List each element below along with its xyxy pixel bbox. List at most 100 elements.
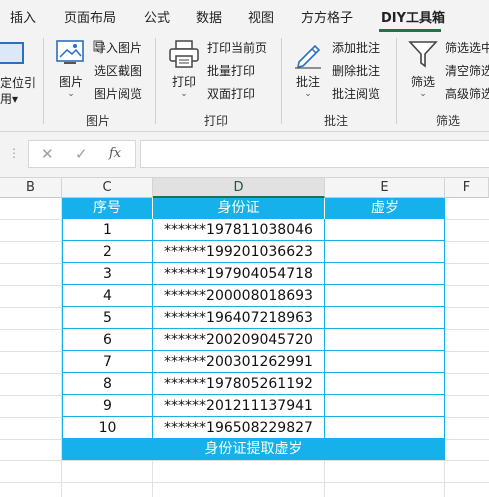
cell-nominal-age[interactable] <box>325 263 445 285</box>
drag-handle-icon[interactable]: ⋮ <box>8 146 20 160</box>
column-header-c[interactable]: C <box>62 178 153 198</box>
cell-id-card[interactable]: ******197811038046 <box>153 219 325 241</box>
cell-nominal-age[interactable] <box>325 285 445 307</box>
image-group-label: 图片 <box>86 114 111 128</box>
cell-id-card[interactable]: ******199201036623 <box>153 241 325 263</box>
confirm-icon[interactable]: ✓ <box>75 145 88 163</box>
print-current-page-button[interactable]: 打印当前页 <box>207 39 267 56</box>
tab-insert[interactable]: 插入 <box>10 7 36 26</box>
filter-selected-button[interactable]: 筛选选中 <box>445 39 489 56</box>
print-button-label: 打印 <box>171 75 196 89</box>
add-comment-button[interactable]: 添加批注 <box>332 39 380 56</box>
selection-screenshot-button[interactable]: 选区截图 <box>94 62 142 79</box>
worksheet-grid[interactable]: 序号 身份证 虚岁 1 ******197811038046 2 ******1… <box>0 198 489 497</box>
table-row: 5 ******196407218963 <box>62 307 445 329</box>
table-header-row: 序号 身份证 虚岁 <box>62 198 445 219</box>
delete-comment-button[interactable]: 删除批注 <box>332 62 380 79</box>
printer-icon <box>169 40 199 68</box>
group-separator <box>281 38 282 124</box>
cell-id-card[interactable]: ******200301262991 <box>153 351 325 373</box>
table-row: 8 ******197805261192 <box>62 373 445 395</box>
print-button[interactable]: 打印 ⌄ <box>166 38 202 99</box>
cell-index[interactable]: 5 <box>62 307 153 329</box>
funnel-icon <box>408 41 438 68</box>
table-row: 10 ******196508229827 <box>62 417 445 439</box>
table-row: 9 ******201211137941 <box>62 395 445 417</box>
import-image-button[interactable]: 导入图片 <box>94 39 142 56</box>
advanced-filter-button[interactable]: 高级筛选 <box>445 85 489 102</box>
insert-function-icon[interactable]: fx <box>109 146 121 161</box>
column-header-d[interactable]: D <box>153 178 325 198</box>
cell-nominal-age[interactable] <box>325 417 445 439</box>
cell-nominal-age[interactable] <box>325 219 445 241</box>
group-separator <box>396 38 397 124</box>
chevron-down-icon: ⌄ <box>180 89 188 99</box>
cell-nominal-age[interactable] <box>325 395 445 417</box>
extract-age-button[interactable]: 身份证提取虚岁 <box>62 439 445 460</box>
table-row: 7 ******200301262991 <box>62 351 445 373</box>
header-cell-id-card[interactable]: 身份证 <box>153 198 325 219</box>
table-row: 2 ******199201036623 <box>62 241 445 263</box>
comment-browse-button[interactable]: 批注阅览 <box>332 85 380 102</box>
tab-fangfang-gezi[interactable]: 方方格子 <box>301 7 353 26</box>
header-cell-index[interactable]: 序号 <box>62 198 153 219</box>
cell-index[interactable]: 3 <box>62 263 153 285</box>
filter-button[interactable]: 筛选 ⌄ <box>405 38 441 99</box>
clear-filter-button[interactable]: 清空筛选 <box>445 62 489 79</box>
batch-print-button[interactable]: 批量打印 <box>207 62 255 79</box>
column-header-f[interactable]: F <box>445 178 489 198</box>
cell-id-card[interactable]: ******201211137941 <box>153 395 325 417</box>
cell-id-card[interactable]: ******196508229827 <box>153 417 325 439</box>
table-row: 6 ******200209045720 <box>62 329 445 351</box>
cell-nominal-age[interactable] <box>325 373 445 395</box>
cell-index[interactable]: 8 <box>62 373 153 395</box>
filter-group-label: 筛选 <box>436 114 461 128</box>
cell-nominal-age[interactable] <box>325 329 445 351</box>
cell-id-card[interactable]: ******197904054718 <box>153 263 325 285</box>
cell-nominal-age[interactable] <box>325 241 445 263</box>
cell-id-card[interactable]: ******197805261192 <box>153 373 325 395</box>
cell-id-card[interactable]: ******196407218963 <box>153 307 325 329</box>
cell-nominal-age[interactable] <box>325 351 445 373</box>
table-row: 4 ******200008018693 <box>62 285 445 307</box>
formula-input[interactable] <box>140 140 489 168</box>
cell-nominal-age[interactable] <box>325 307 445 329</box>
picture-icon <box>56 40 84 64</box>
cancel-icon[interactable]: ✕ <box>41 145 54 163</box>
tab-view[interactable]: 视图 <box>248 7 274 26</box>
cell-index[interactable]: 4 <box>62 285 153 307</box>
formula-bar: ⋮ ✕ ✓ fx <box>0 132 489 178</box>
column-header-e[interactable]: E <box>325 178 445 198</box>
cell-id-card[interactable]: ******200209045720 <box>153 329 325 351</box>
print-group-label: 打印 <box>204 114 229 128</box>
pencil-icon <box>295 44 321 69</box>
ribbon: 定位引 用▾ 图片 ⌄ 导入图片 选区截图 图片阅览 图片 打印 ⌄ 打印当前页… <box>0 32 489 132</box>
locate-reference-label-2: 用▾ <box>0 92 19 106</box>
formula-actions: ✕ ✓ fx <box>28 140 136 168</box>
cell-index[interactable]: 6 <box>62 329 153 351</box>
locate-reference-icon <box>0 42 24 64</box>
comment-button[interactable]: 批注 ⌄ <box>290 38 326 99</box>
image-button[interactable]: 图片 ⌄ <box>53 38 89 99</box>
duplex-print-button[interactable]: 双面打印 <box>207 85 255 102</box>
tab-data[interactable]: 数据 <box>196 7 222 26</box>
table-row: 3 ******197904054718 <box>62 263 445 285</box>
tab-formulas[interactable]: 公式 <box>144 7 170 26</box>
cell-index[interactable]: 10 <box>62 417 153 439</box>
tab-page-layout[interactable]: 页面布局 <box>64 7 116 26</box>
filter-button-label: 筛选 <box>410 75 435 89</box>
cell-index[interactable]: 1 <box>62 219 153 241</box>
group-separator <box>155 38 156 124</box>
cell-index[interactable]: 2 <box>62 241 153 263</box>
comment-group-label: 批注 <box>324 114 349 128</box>
ribbon-tab-bar: 插入 页面布局 公式 数据 视图 方方格子 DIY工具箱 <box>0 0 489 32</box>
locate-reference-label: 定位引 <box>0 76 37 90</box>
cell-index[interactable]: 9 <box>62 395 153 417</box>
image-button-label: 图片 <box>58 75 83 89</box>
tab-diy-toolbox[interactable]: DIY工具箱 <box>381 7 445 26</box>
column-header-b[interactable]: B <box>0 178 62 198</box>
image-browse-button[interactable]: 图片阅览 <box>94 85 142 102</box>
cell-id-card[interactable]: ******200008018693 <box>153 285 325 307</box>
cell-index[interactable]: 7 <box>62 351 153 373</box>
header-cell-nominal-age[interactable]: 虚岁 <box>325 198 445 219</box>
